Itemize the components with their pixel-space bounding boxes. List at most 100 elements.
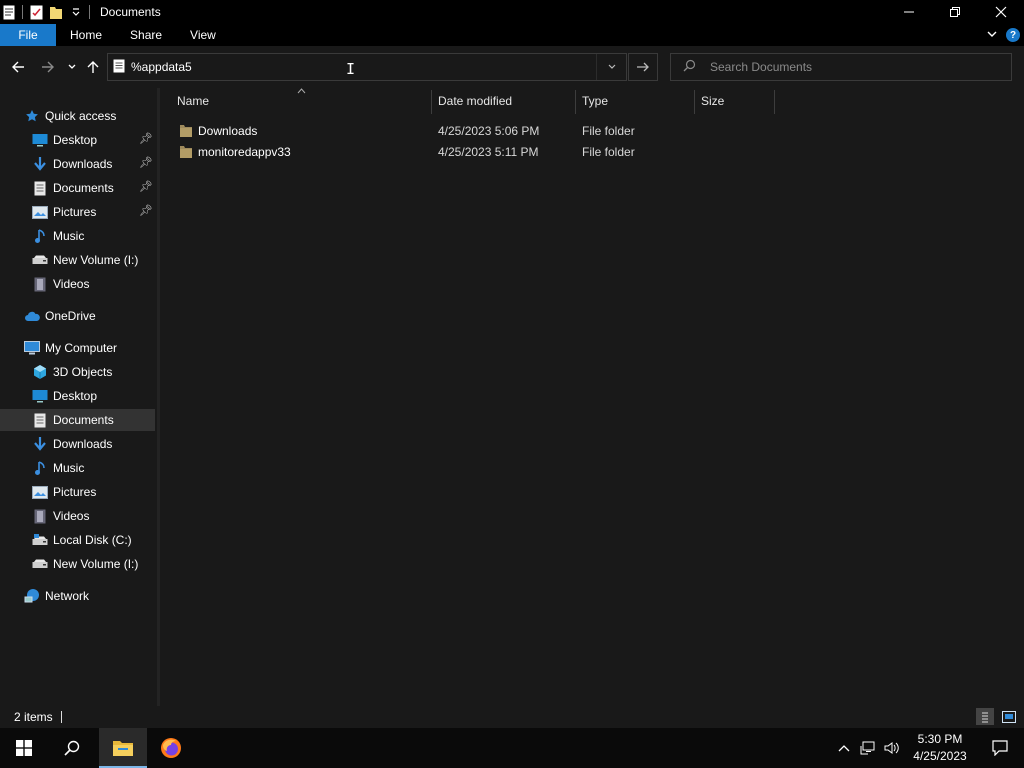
go-button[interactable] (628, 53, 658, 81)
sidebar-item-documents-pc[interactable]: Documents (0, 409, 155, 431)
column-divider[interactable] (774, 90, 775, 114)
forward-button[interactable] (38, 56, 58, 78)
sidebar-item-3d-objects[interactable]: 3D Objects (0, 361, 155, 383)
search-taskbar-button[interactable] (48, 728, 96, 768)
sidebar-item-label: My Computer (45, 341, 118, 355)
tab-home[interactable]: Home (56, 24, 116, 46)
window-controls (886, 0, 1024, 24)
sidebar-item-label: Documents (53, 413, 114, 427)
network-status-icon[interactable] (856, 741, 880, 755)
sidebar-item-local-disk[interactable]: Local Disk (C:) (0, 529, 155, 551)
sidebar-item-new-volume[interactable]: New Volume (I:) (0, 249, 155, 271)
show-hidden-icons-button[interactable] (832, 744, 856, 752)
properties-icon[interactable] (2, 4, 16, 20)
sidebar-item-label: Desktop (53, 389, 98, 403)
firefox-icon (161, 738, 181, 758)
action-center-button[interactable] (976, 740, 1024, 756)
search-input[interactable] (710, 60, 990, 74)
cloud-icon (24, 308, 40, 324)
sidebar-item-music-pc[interactable]: Music (0, 457, 155, 479)
sidebar-item-pictures-pc[interactable]: Pictures (0, 481, 155, 503)
volume-icon[interactable] (880, 741, 904, 755)
desktop-icon (32, 132, 48, 148)
navigation-pane: Quick access Desktop 📌︎ Downloads 📌︎ Doc… (0, 88, 157, 706)
chevron-down-icon[interactable] (69, 4, 83, 20)
sidebar-item-desktop[interactable]: Desktop 📌︎ (0, 129, 155, 151)
details-view-button[interactable] (976, 708, 994, 725)
address-bar[interactable] (107, 53, 627, 81)
sidebar-item-videos[interactable]: Videos (0, 273, 155, 295)
status-bar: 2 items (0, 706, 1024, 728)
sidebar-item-pictures[interactable]: Pictures 📌︎ (0, 201, 155, 223)
sidebar-item-label: New Volume (I:) (53, 253, 139, 267)
recent-locations-button[interactable] (62, 56, 82, 78)
tab-file[interactable]: File (0, 24, 56, 46)
minimize-button[interactable] (886, 0, 932, 24)
column-divider[interactable] (431, 90, 432, 114)
column-divider[interactable] (575, 90, 576, 114)
sidebar-item-desktop-pc[interactable]: Desktop (0, 385, 155, 407)
sidebar-item-label: Documents (53, 181, 114, 195)
sidebar-item-videos-pc[interactable]: Videos (0, 505, 155, 527)
sidebar-item-network[interactable]: Network (0, 585, 155, 607)
folder-icon (179, 141, 193, 162)
sidebar-item-label: Videos (53, 277, 90, 291)
tab-view[interactable]: View (176, 24, 230, 46)
file-date: 4/25/2023 5:11 PM (438, 144, 539, 159)
sidebar-item-quick-access[interactable]: Quick access (0, 105, 155, 127)
new-folder-icon[interactable] (49, 4, 63, 20)
pictures-icon (32, 204, 48, 220)
start-button[interactable] (0, 728, 48, 768)
firefox-taskbar-button[interactable] (150, 728, 192, 768)
file-type: File folder (582, 123, 635, 138)
sidebar-item-onedrive[interactable]: OneDrive (0, 305, 155, 327)
checklist-icon[interactable] (29, 4, 43, 20)
pin-icon[interactable]: 📌︎ (139, 180, 153, 193)
column-header-name[interactable]: Name (177, 88, 431, 114)
expand-ribbon-icon[interactable] (986, 28, 998, 43)
table-row[interactable]: Downloads 4/25/2023 5:06 PM File folder (172, 120, 772, 141)
pin-icon[interactable]: 📌︎ (139, 132, 153, 145)
desktop-icon (32, 388, 48, 404)
help-icon[interactable]: ? (1006, 28, 1020, 42)
text-cursor-icon: I (346, 60, 356, 78)
computer-icon (24, 340, 40, 356)
clock[interactable]: 5:30 PM 4/25/2023 (904, 731, 976, 765)
search-icon (64, 740, 80, 756)
item-count: 2 items (14, 710, 53, 724)
column-header-type[interactable]: Type (582, 88, 694, 114)
sidebar-item-label: Videos (53, 509, 90, 523)
toolbar-separator (89, 5, 90, 19)
navigation-bar: I (0, 46, 1024, 88)
search-box[interactable] (670, 53, 1012, 81)
star-icon (24, 108, 40, 124)
restore-button[interactable] (932, 0, 978, 24)
sidebar-item-downloads-pc[interactable]: Downloads (0, 433, 155, 455)
sidebar-item-new-volume-pc[interactable]: New Volume (I:) (0, 553, 155, 575)
pin-icon[interactable]: 📌︎ (139, 156, 153, 169)
file-explorer-taskbar-button[interactable] (99, 728, 147, 768)
sidebar-item-downloads[interactable]: Downloads 📌︎ (0, 153, 155, 175)
table-row[interactable]: monitoredappv33 4/25/2023 5:11 PM File f… (172, 141, 772, 162)
music-note-icon (32, 460, 48, 476)
sidebar-item-label: 3D Objects (53, 365, 113, 379)
sidebar-item-my-computer[interactable]: My Computer (0, 337, 155, 359)
back-button[interactable] (8, 56, 28, 78)
pin-icon[interactable]: 📌︎ (139, 204, 153, 217)
sidebar-item-label: OneDrive (45, 309, 96, 323)
close-button[interactable] (978, 0, 1024, 24)
column-header-size[interactable]: Size (701, 88, 773, 114)
search-icon (683, 59, 696, 75)
tab-share[interactable]: Share (116, 24, 176, 46)
system-tray: 5:30 PM 4/25/2023 (832, 728, 1024, 768)
sidebar-item-label: Desktop (53, 133, 98, 147)
column-header-date[interactable]: Date modified (438, 88, 575, 114)
windows-logo-icon (16, 740, 32, 756)
address-history-dropdown[interactable] (596, 54, 626, 80)
large-icons-view-button[interactable] (1000, 708, 1018, 725)
column-divider[interactable] (694, 90, 695, 114)
film-icon (32, 508, 48, 524)
sidebar-item-music[interactable]: Music (0, 225, 155, 247)
up-button[interactable] (83, 56, 103, 78)
sidebar-item-documents[interactable]: Documents 📌︎ (0, 177, 155, 199)
